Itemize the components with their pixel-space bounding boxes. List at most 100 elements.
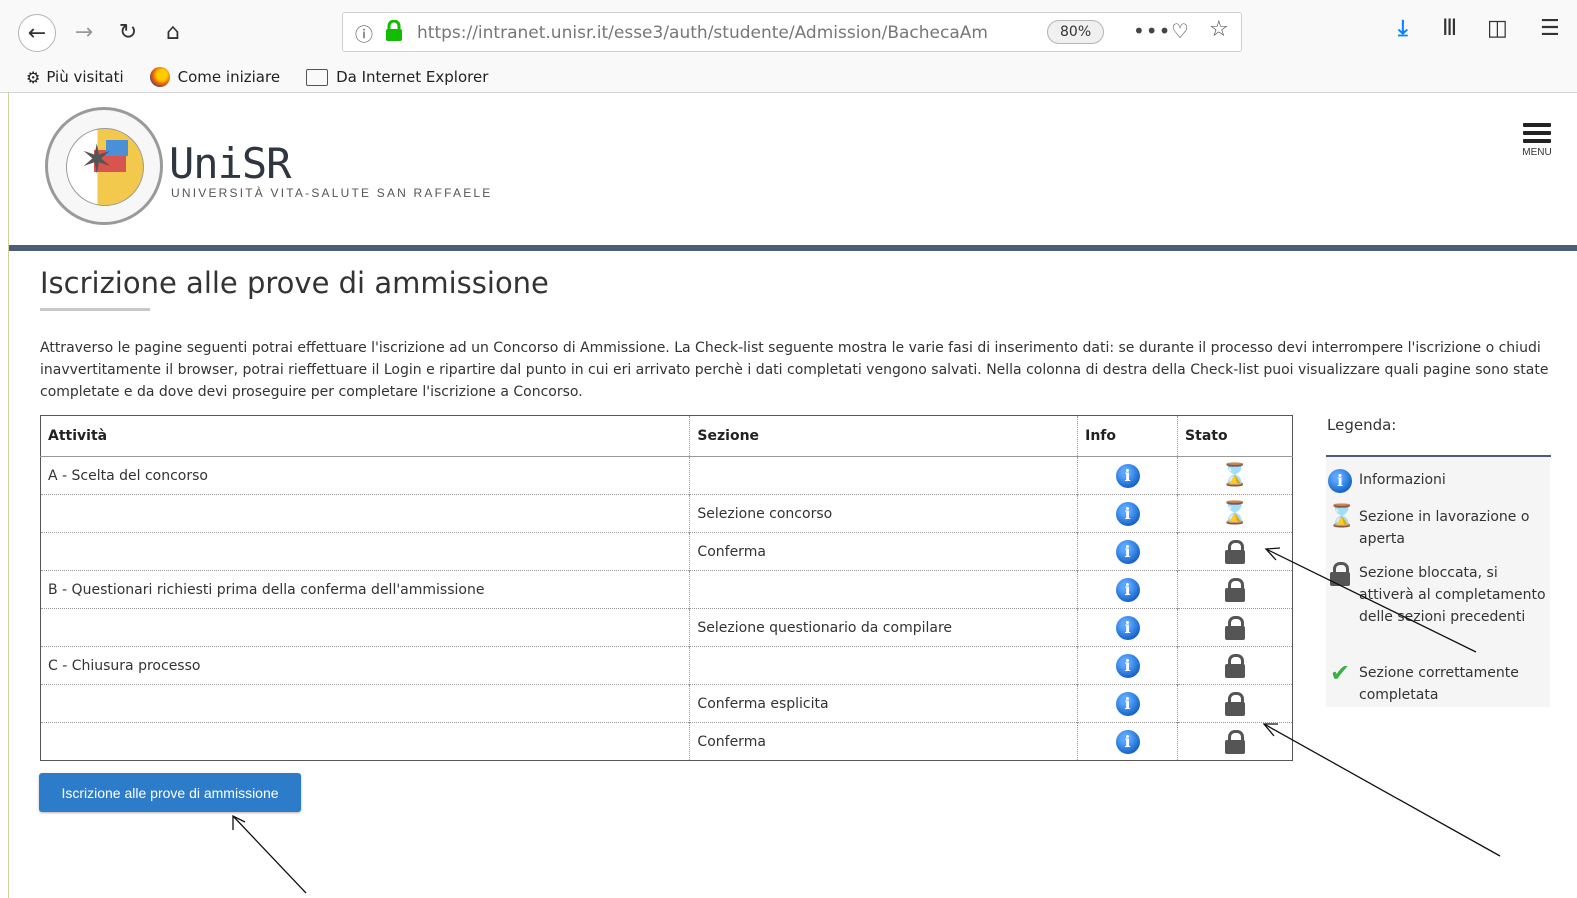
cell-status: ⌛ <box>1177 494 1293 533</box>
home-icon[interactable]: ⌂ <box>155 14 191 50</box>
cell-activity <box>40 608 690 647</box>
lock-icon <box>1225 539 1246 564</box>
zoom-level-badge[interactable]: 80% <box>1047 20 1105 44</box>
info-icon: i <box>1328 469 1352 493</box>
bookmark-from-ie[interactable]: Da Internet Explorer <box>306 68 488 86</box>
cell-status: ⌛ <box>1177 456 1293 495</box>
cell-section: Conferma <box>689 532 1078 571</box>
cell-status <box>1177 608 1293 647</box>
cell-status <box>1177 722 1293 761</box>
library-icon[interactable]: Ⅲ <box>1442 16 1457 41</box>
site-menu-button[interactable]: MENU <box>1515 119 1559 158</box>
cell-section <box>689 456 1078 495</box>
browser-toolbar: ← → ↻ ⌂ ⓘ https://intranet.unisr.it/esse… <box>0 0 1577 62</box>
info-icon[interactable]: i <box>1115 691 1140 716</box>
info-icon[interactable]: i <box>1115 653 1140 678</box>
table-row: Conferma esplicita i <box>40 684 1293 723</box>
checklist-body: A - Scelta del concorso i ⌛ Selezione conco… <box>40 456 1293 761</box>
info-icon[interactable]: i <box>1115 501 1140 526</box>
cell-activity <box>40 722 690 761</box>
col-header-section: Sezione <box>689 415 1078 457</box>
bookmarks-bar: ⚙ Più visitati Come iniziare Da Internet… <box>0 62 1577 93</box>
info-icon[interactable]: i <box>1115 463 1140 488</box>
hourglass-icon: ⌛ <box>1221 501 1249 526</box>
url-text[interactable]: https://intranet.unisr.it/esse3/auth/stu… <box>417 23 1007 43</box>
col-header-activity: Attività <box>40 415 690 457</box>
cell-section: Selezione questionario da compilare <box>689 608 1078 647</box>
cell-status <box>1177 570 1293 609</box>
sidebar-icon[interactable]: ◫ <box>1487 16 1508 41</box>
menu-label: MENU <box>1522 147 1552 158</box>
vitruvian-man-icon: ✶ <box>80 137 114 183</box>
site-info-icon[interactable]: ⓘ <box>355 21 373 47</box>
cell-info: i <box>1077 494 1178 533</box>
university-seal-logo[interactable]: ✶ <box>45 107 163 225</box>
cell-info: i <box>1077 646 1178 685</box>
browser-menu-icon[interactable]: ☰ <box>1540 16 1560 41</box>
cell-activity <box>40 532 690 571</box>
forward-arrow-icon[interactable]: → <box>66 14 102 50</box>
cell-status <box>1177 684 1293 723</box>
cell-status <box>1177 646 1293 685</box>
folder-icon <box>306 68 329 86</box>
info-icon[interactable]: i <box>1115 729 1140 754</box>
bookmark-star-icon[interactable]: ☆ <box>1209 17 1229 42</box>
download-icon[interactable]: ⤓ <box>1398 16 1408 41</box>
title-underline <box>40 308 150 311</box>
header-divider <box>9 245 1577 251</box>
enroll-admission-button[interactable]: Iscrizione alle prove di ammissione <box>39 773 301 812</box>
arrow-to-last-lock <box>1263 723 1501 857</box>
back-arrow-icon[interactable]: ← <box>18 14 56 52</box>
padlock-icon[interactable] <box>385 20 403 42</box>
bookmark-label: Come iniziare <box>177 68 281 86</box>
info-icon[interactable]: i <box>1115 539 1140 564</box>
lock-icon <box>1225 729 1246 754</box>
table-row: B - Questionari richiesti prima della co… <box>40 570 1293 609</box>
page-actions-icon[interactable]: ••• <box>1133 19 1171 43</box>
cell-info: i <box>1077 570 1178 609</box>
bookmark-getting-started[interactable]: Come iniziare <box>149 67 281 87</box>
pocket-icon[interactable]: ♡ <box>1171 19 1189 43</box>
legend-text: Informazioni <box>1359 472 1446 488</box>
cell-status <box>1177 532 1293 571</box>
reload-icon[interactable]: ↻ <box>110 14 146 50</box>
cell-info: i <box>1077 608 1178 647</box>
legend-text: Sezione bloccata, si attiverà al complet… <box>1359 565 1546 625</box>
cell-activity <box>40 494 690 533</box>
cell-activity <box>40 684 690 723</box>
info-icon[interactable]: i <box>1115 615 1140 640</box>
cell-activity: B - Questionari richiesti prima della co… <box>40 570 690 609</box>
table-row: Conferma i <box>40 532 1293 571</box>
cell-section: Selezione concorso <box>689 494 1078 533</box>
table-row: Selezione concorso i ⌛ <box>40 494 1293 533</box>
address-bar[interactable]: ⓘ https://intranet.unisr.it/esse3/auth/s… <box>342 12 1242 52</box>
brand-name[interactable]: UniSR <box>169 139 291 188</box>
table-header-row: Attività Sezione Info Stato <box>40 415 1293 457</box>
legend-text: Sezione in lavorazione o aperta <box>1359 509 1530 547</box>
col-header-status: Stato <box>1177 415 1293 457</box>
brand-subtitle: UNIVERSITÀ VITA-SALUTE SAN RAFFAELE <box>171 186 493 200</box>
cell-section: Conferma esplicita <box>689 684 1078 723</box>
lock-icon <box>1225 653 1246 678</box>
hourglass-icon: ⌛ <box>1221 463 1249 488</box>
site-header: ✶ UniSR UNIVERSITÀ VITA-SALUTE SAN RAFFA… <box>9 93 1577 245</box>
legend-title: Legenda: <box>1326 413 1551 457</box>
cell-activity: A - Scelta del concorso <box>40 456 690 495</box>
firefox-icon <box>149 67 170 87</box>
info-icon[interactable]: i <box>1115 577 1140 602</box>
cell-info: i <box>1077 456 1178 495</box>
hamburger-icon <box>1515 123 1559 143</box>
cell-info: i <box>1077 684 1178 723</box>
lock-icon <box>1225 691 1246 716</box>
arrowhead <box>232 814 246 830</box>
table-row: A - Scelta del concorso i ⌛ <box>40 456 1293 495</box>
lock-icon <box>1225 615 1246 640</box>
table-row: C - Chiusura processo i <box>40 646 1293 685</box>
arrow-to-button <box>232 815 307 894</box>
col-header-info: Info <box>1077 415 1178 457</box>
page-title: Iscrizione alle prove di ammissione <box>40 266 549 300</box>
lock-icon <box>1225 577 1246 602</box>
cell-section: Conferma <box>689 722 1078 761</box>
bookmark-label: Più visitati <box>46 68 124 86</box>
bookmark-most-visited[interactable]: ⚙ Più visitati <box>26 68 124 87</box>
